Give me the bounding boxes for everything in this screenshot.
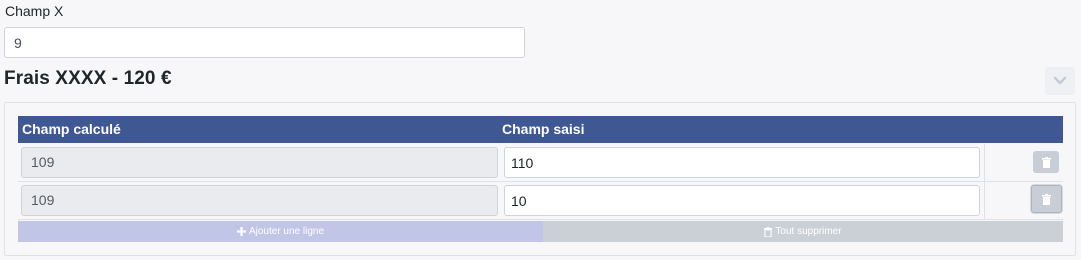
- champ-x-label: Champ X: [5, 3, 64, 19]
- header-champ-calcule: Champ calculé: [22, 121, 121, 137]
- computed-field: 109: [21, 185, 498, 216]
- entered-field[interactable]: [504, 185, 980, 216]
- column-divider: [984, 144, 985, 182]
- computed-field: 109: [21, 147, 498, 178]
- trash-icon: [1042, 193, 1051, 205]
- add-row-button[interactable]: Ajouter une ligne: [18, 221, 543, 242]
- entered-field[interactable]: [504, 147, 980, 178]
- table-row: 109: [18, 182, 1063, 220]
- table-header: Champ calculé Champ saisi: [18, 116, 1063, 143]
- champ-x-input[interactable]: [4, 27, 525, 58]
- table-row: 109: [18, 144, 1063, 182]
- clear-all-button[interactable]: Tout supprimer: [543, 221, 1063, 242]
- header-champ-saisi: Champ saisi: [502, 121, 585, 137]
- section-title: Frais XXXX - 120 €: [4, 68, 172, 89]
- plus-icon: [236, 227, 246, 236]
- add-row-label: Ajouter une ligne: [248, 226, 325, 237]
- trash-icon: [1041, 156, 1051, 168]
- column-divider: [984, 182, 985, 220]
- chevron-down-icon: [1053, 76, 1067, 85]
- clear-all-label: Tout supprimer: [775, 226, 842, 237]
- delete-row-button[interactable]: [1031, 185, 1062, 213]
- delete-row-button[interactable]: [1033, 151, 1059, 173]
- collapse-button[interactable]: [1045, 67, 1075, 95]
- trash-icon: [764, 226, 773, 237]
